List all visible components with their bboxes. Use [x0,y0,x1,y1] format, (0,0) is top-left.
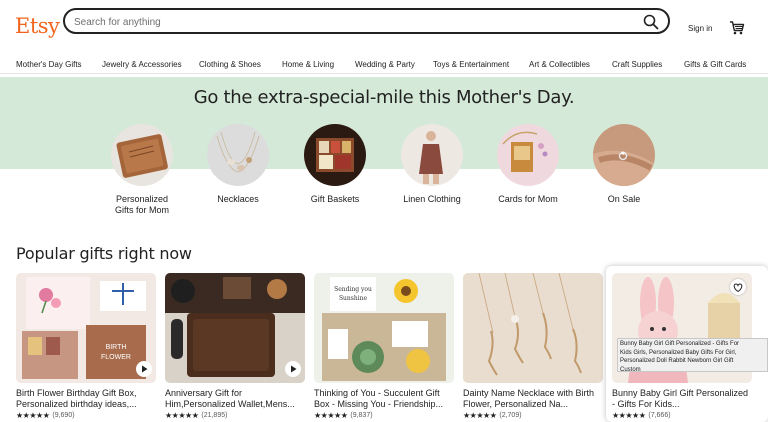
nav-item-art[interactable]: Art & Collectibles [529,60,590,69]
heart-icon [733,283,743,293]
search-input[interactable] [74,13,624,31]
nav-item-clothing[interactable]: Clothing & Shoes [199,60,261,69]
category-label-linen[interactable]: Linen Clothing [384,194,480,205]
product-card[interactable]: Dainty Name Necklace with Birth Flower, … [463,273,603,420]
search-icon [643,14,659,30]
product-image[interactable]: BIRTH FLOWER [16,273,156,383]
linen-clothing-image [401,124,463,186]
nav-item-jewelry[interactable]: Jewelry & Accessories [102,60,182,69]
product-title[interactable]: Thinking of You - Succulent Gift Box - M… [314,388,454,410]
rating-stars: ★★★★★ [314,411,348,420]
card-image [497,124,559,186]
birth-flower-box-image: BIRTH FLOWER [16,273,156,383]
play-video-button[interactable] [285,361,301,377]
cart-button[interactable] [729,20,745,36]
rating-stars: ★★★★★ [16,411,50,420]
product-card[interactable]: Sending you Sunshine Thinking of You - S… [314,273,454,420]
necklace-image [207,124,269,186]
succulent-box-image: Sending you Sunshine [314,273,454,383]
review-count: (7,666) [648,412,671,419]
etsy-logo[interactable]: Etsy [15,14,60,38]
nav-item-toys[interactable]: Toys & Entertainment [433,60,509,69]
rating-stars: ★★★★★ [165,411,199,420]
rating-stars: ★★★★★ [463,411,497,420]
gift-basket-image [304,124,366,186]
svg-text:Sunshine: Sunshine [339,295,368,302]
product-rating: ★★★★★ (21,895) [165,411,305,420]
nav-item-home[interactable]: Home & Living [282,60,334,69]
category-circle-cards[interactable] [497,124,559,186]
search-bar[interactable] [63,8,670,34]
svg-text:BIRTH: BIRTH [106,344,127,351]
sign-in-link[interactable]: Sign in [688,24,712,33]
product-card[interactable]: Anniversary Gift for Him,Personalized Wa… [165,273,305,420]
category-circle-gift-baskets[interactable] [304,124,366,186]
category-circle-personalized[interactable] [111,124,173,186]
favorite-button[interactable] [730,279,746,295]
hero-title: Go the extra-special-mile this Mother's … [193,87,575,108]
product-title[interactable]: Bunny Baby Girl Gift Personalized - Gift… [612,388,752,410]
category-label-necklaces[interactable]: Necklaces [190,194,286,205]
category-circle-necklaces[interactable] [207,124,269,186]
product-title[interactable]: Anniversary Gift for Him,Personalized Wa… [165,388,305,410]
nav-item-wedding[interactable]: Wedding & Party [355,60,415,69]
category-nav: Mother's Day Gifts Jewelry & Accessories… [0,58,768,74]
play-icon [142,365,148,373]
category-circle-on-sale[interactable] [593,124,655,186]
product-image[interactable] [463,273,603,383]
product-title-tooltip: Bunny Baby Girl Gift Personalized - Gift… [617,338,768,372]
product-rating: ★★★★★ (7,666) [612,411,752,420]
product-rating: ★★★★★ (2,709) [463,411,603,420]
product-rating: ★★★★★ (9,690) [16,411,156,420]
search-button[interactable] [642,13,660,31]
play-icon [291,365,297,373]
rating-stars: ★★★★★ [612,411,646,420]
play-video-button[interactable] [136,361,152,377]
product-rating: ★★★★★ (9,837) [314,411,454,420]
review-count: (2,709) [499,412,522,419]
personalized-gift-image [111,124,173,186]
review-count: (21,895) [201,412,228,419]
product-card[interactable]: BIRTH FLOWER Birth Flower Birthday Gift … [16,273,156,420]
name-necklace-image [463,273,603,383]
review-count: (9,837) [350,412,373,419]
category-label-text: Personalized Gifts for Mom [114,194,169,215]
nav-item-craft[interactable]: Craft Supplies [612,60,662,69]
category-label-personalized[interactable]: Personalized Gifts for Mom [94,194,190,216]
svg-text:Sending you: Sending you [334,286,372,293]
product-image[interactable] [165,273,305,383]
ring-hand-image [593,124,655,186]
cart-icon [730,21,745,35]
nav-item-gifts[interactable]: Gifts & Gift Cards [684,60,746,69]
category-label-on-sale[interactable]: On Sale [576,194,672,205]
category-label-gift-baskets[interactable]: Gift Baskets [287,194,383,205]
svg-text:FLOWER: FLOWER [101,354,131,361]
site-header: Etsy Sign in [0,0,768,52]
product-image[interactable]: Sending you Sunshine [314,273,454,383]
product-title[interactable]: Birth Flower Birthday Gift Box, Personal… [16,388,156,410]
popular-gifts-heading: Popular gifts right now [16,244,192,263]
wallet-image [165,273,305,383]
category-label-cards[interactable]: Cards for Mom [480,194,576,205]
category-circle-linen[interactable] [401,124,463,186]
product-title[interactable]: Dainty Name Necklace with Birth Flower, … [463,388,603,410]
review-count: (9,690) [52,412,75,419]
nav-item-mothers-day[interactable]: Mother's Day Gifts [16,60,82,69]
